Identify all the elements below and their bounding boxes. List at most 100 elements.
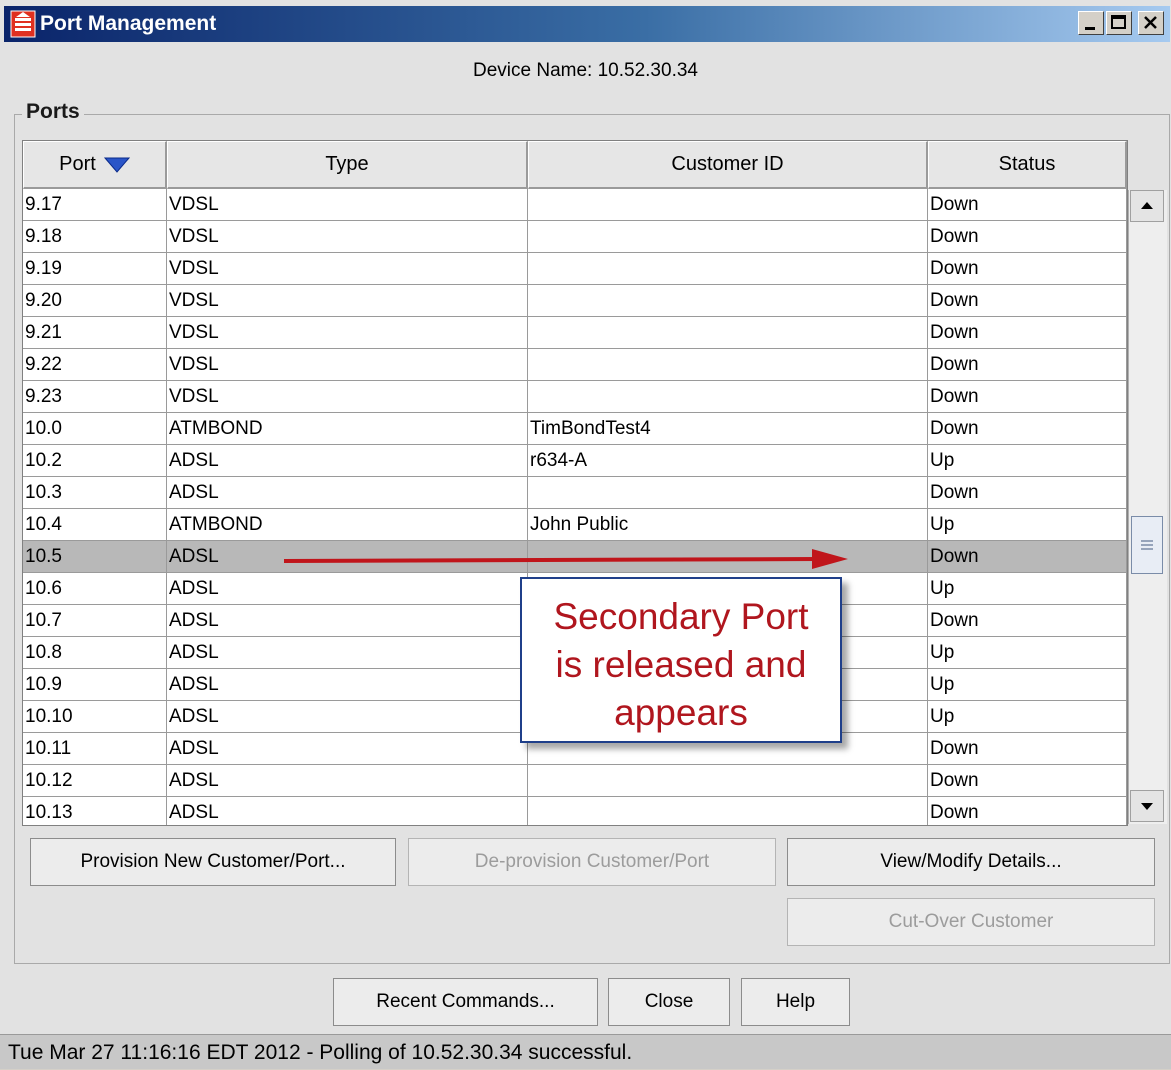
cell-port: 10.8 (23, 637, 167, 669)
cell-type: ADSL (167, 445, 528, 477)
title-bar[interactable]: Port Management (4, 6, 1170, 42)
cell-port: 10.3 (23, 477, 167, 509)
cell-status: Down (928, 477, 1127, 509)
cell-status: Up (928, 445, 1127, 477)
cell-port: 10.7 (23, 605, 167, 637)
column-header-port[interactable]: Port (23, 141, 167, 189)
cell-status: Down (928, 733, 1127, 765)
cell-status: Down (928, 221, 1127, 253)
cell-customer: r634-A (528, 445, 928, 477)
table-row[interactable]: 10.4 ATMBOND John Public Up (23, 509, 1127, 541)
column-header-type[interactable]: Type (167, 141, 528, 189)
cell-type: VDSL (167, 221, 528, 253)
cell-type: ADSL (167, 605, 528, 637)
cell-customer (528, 221, 928, 253)
cell-port: 10.6 (23, 573, 167, 605)
cell-port: 10.10 (23, 701, 167, 733)
cell-port: 10.11 (23, 733, 167, 765)
cell-customer (528, 349, 928, 381)
callout-text: Secondary Port is released and appears (553, 596, 809, 733)
cell-port: 9.19 (23, 253, 167, 285)
table-row[interactable]: 9.19 VDSL Down (23, 253, 1127, 285)
scroll-up-button[interactable] (1130, 190, 1164, 222)
table-row[interactable]: 10.3 ADSL Down (23, 477, 1127, 509)
cell-port: 9.18 (23, 221, 167, 253)
table-row[interactable]: 9.21 VDSL Down (23, 317, 1127, 349)
cell-status: Down (928, 381, 1127, 413)
table-row[interactable]: 10.2 ADSL r634-A Up (23, 445, 1127, 477)
cell-customer (528, 317, 928, 349)
table-row[interactable]: 9.18 VDSL Down (23, 221, 1127, 253)
maximize-button[interactable] (1106, 11, 1132, 35)
table-row[interactable]: 9.17 VDSL Down (23, 189, 1127, 221)
port-management-window: Port Management Device Name: 10.52.30.34… (0, 0, 1171, 1069)
cell-type: ADSL (167, 733, 528, 765)
cell-customer: John Public (528, 509, 928, 541)
cell-customer (528, 189, 928, 221)
deprovision-button[interactable]: De-provision Customer/Port (408, 838, 776, 886)
cell-customer (528, 253, 928, 285)
column-header-label: Port (59, 153, 96, 175)
table-row[interactable]: 9.22 VDSL Down (23, 349, 1127, 381)
provision-button[interactable]: Provision New Customer/Port... (30, 838, 396, 886)
cell-status: Down (928, 541, 1127, 573)
cell-port: 10.13 (23, 797, 167, 825)
cell-port: 9.17 (23, 189, 167, 221)
cell-type: VDSL (167, 381, 528, 413)
cell-status: Down (928, 317, 1127, 349)
cell-customer (528, 381, 928, 413)
cell-status: Down (928, 189, 1127, 221)
close-button[interactable]: Close (608, 978, 730, 1026)
cell-port: 9.21 (23, 317, 167, 349)
help-button[interactable]: Help (741, 978, 850, 1026)
sort-descending-icon (103, 157, 130, 173)
table-scrollbar[interactable] (1128, 190, 1167, 824)
cell-status: Down (928, 413, 1127, 445)
cell-type: ADSL (167, 637, 528, 669)
cutover-button[interactable]: Cut-Over Customer (787, 898, 1155, 946)
device-name-label: Device Name: 10.52.30.34 (473, 60, 698, 81)
cell-status: Up (928, 573, 1127, 605)
table-row[interactable]: 9.23 VDSL Down (23, 381, 1127, 413)
table-row[interactable]: 10.12 ADSL Down (23, 765, 1127, 797)
column-header-customer-id[interactable]: Customer ID (528, 141, 928, 189)
annotation-callout: Secondary Port is released and appears (520, 577, 842, 743)
close-window-button[interactable] (1138, 11, 1164, 35)
cell-status: Down (928, 253, 1127, 285)
scroll-down-button[interactable] (1130, 790, 1164, 822)
cell-type: ADSL (167, 701, 528, 733)
recent-commands-button[interactable]: Recent Commands... (333, 978, 598, 1026)
view-modify-button[interactable]: View/Modify Details... (787, 838, 1155, 886)
cell-status: Down (928, 349, 1127, 381)
cell-status: Up (928, 509, 1127, 541)
cell-port: 10.4 (23, 509, 167, 541)
column-header-label: Status (998, 153, 1056, 175)
cell-customer (528, 477, 928, 509)
column-header-label: Customer ID (671, 153, 784, 175)
cell-type: ATMBOND (167, 413, 528, 445)
arrow-down-icon (1141, 803, 1153, 810)
cell-status: Down (928, 605, 1127, 637)
cell-type: VDSL (167, 189, 528, 221)
app-icon (10, 10, 36, 38)
status-bar: Tue Mar 27 11:16:16 EDT 2012 - Polling o… (0, 1034, 1171, 1069)
scrollbar-thumb[interactable] (1131, 516, 1163, 574)
maximize-icon (1111, 15, 1126, 29)
cell-type: ADSL (167, 765, 528, 797)
cell-port: 10.0 (23, 413, 167, 445)
window-title: Port Management (40, 12, 217, 35)
minimize-button[interactable] (1078, 11, 1104, 35)
table-row[interactable]: 9.20 VDSL Down (23, 285, 1127, 317)
cell-type: VDSL (167, 317, 528, 349)
cell-type: ADSL (167, 573, 528, 605)
table-row[interactable]: 10.13 ADSL Down (23, 797, 1127, 825)
cell-status: Up (928, 669, 1127, 701)
grip-icon (1141, 540, 1153, 550)
column-header-status[interactable]: Status (928, 141, 1127, 189)
cell-status: Down (928, 765, 1127, 797)
table-row[interactable]: 10.0 ATMBOND TimBondTest4 Down (23, 413, 1127, 445)
cell-port: 9.22 (23, 349, 167, 381)
cell-customer (528, 797, 928, 825)
cell-type: ADSL (167, 669, 528, 701)
cell-type: ATMBOND (167, 509, 528, 541)
